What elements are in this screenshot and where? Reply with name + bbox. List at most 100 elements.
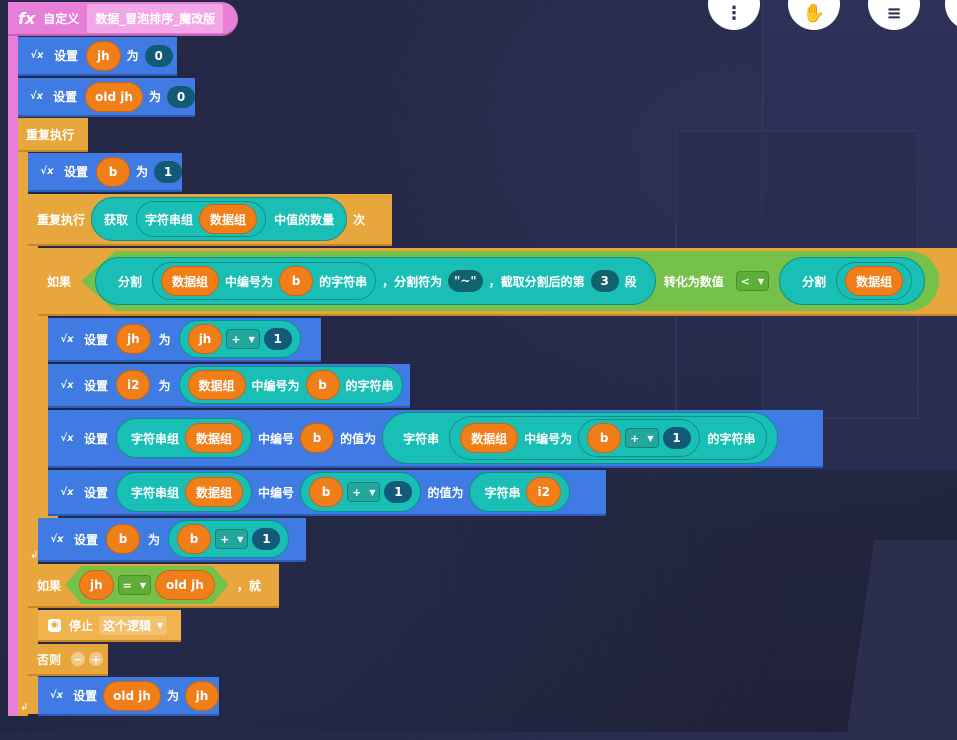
- if-compare-block[interactable]: 如果 分割 数据组 中编号为 b 的字符串 ，分割符为 "~" ，截取分割后的第…: [38, 248, 957, 316]
- var-data-arr[interactable]: 数据组: [185, 423, 244, 453]
- add-expression[interactable]: b + ▼ 1: [578, 419, 700, 457]
- add-expression[interactable]: jh + ▼ 1: [178, 320, 301, 358]
- of-string-label: 的字符串: [707, 431, 756, 446]
- set-old-jh-block[interactable]: √x 设置 old jh 为 0: [18, 78, 195, 117]
- function-name-field[interactable]: 数据_冒泡排序_魔改版: [87, 3, 224, 33]
- set-i2-block[interactable]: √x 设置 i2 为 数据组 中编号为 b 的字符串: [48, 364, 410, 408]
- value-zero[interactable]: 0: [167, 85, 195, 108]
- var-b[interactable]: b: [587, 423, 622, 453]
- value-one[interactable]: 1: [384, 481, 413, 503]
- repeat-forever-block[interactable]: 重复执行: [18, 118, 88, 152]
- var-data-arr[interactable]: 数据组: [161, 266, 220, 296]
- var-data-arr[interactable]: 数据组: [845, 266, 904, 296]
- repeat-times-block[interactable]: 重复执行 获取 字符串组 数据组 中值的数量 次: [28, 194, 392, 246]
- else-label: 否则: [37, 652, 62, 667]
- var-old-jh[interactable]: old jh: [85, 81, 143, 112]
- count-expression[interactable]: 获取 字符串组 数据组 中值的数量: [91, 197, 348, 241]
- condition-equal[interactable]: jh = ▼ old jh: [65, 566, 229, 604]
- array-index-reporter[interactable]: 数据组 中编号为 b 的字符串: [152, 262, 377, 300]
- hand-icon: ✋: [802, 3, 826, 24]
- add-expression[interactable]: b + ▼ 1: [300, 472, 422, 512]
- then-label: ，就: [236, 578, 261, 593]
- index-label: 中编号为: [225, 274, 274, 289]
- more-button[interactable]: ⋮: [708, 0, 760, 30]
- set-jh-block[interactable]: √x 设置 jh 为 0: [18, 37, 177, 76]
- var-b[interactable]: b: [279, 266, 314, 296]
- var-b[interactable]: b: [177, 524, 212, 554]
- separator-value[interactable]: "~": [448, 270, 483, 292]
- repeat-times-rail: [28, 194, 38, 564]
- string-array-reporter[interactable]: 字符串组 数据组: [116, 418, 253, 458]
- var-b[interactable]: b: [300, 423, 335, 453]
- segment-number[interactable]: 3: [590, 270, 619, 292]
- array-index-reporter[interactable]: 数据组: [836, 262, 913, 300]
- add-operator-dropdown[interactable]: + ▼: [215, 529, 249, 549]
- set-b-block[interactable]: √x 设置 b 为 1: [28, 153, 182, 192]
- set-array-item-block[interactable]: √x 设置 字符串组 数据组 中编号 b 的值为 字符串 数据组 中编号为 b …: [48, 410, 823, 468]
- var-b[interactable]: b: [95, 156, 130, 187]
- var-i2[interactable]: i2: [526, 477, 561, 507]
- add-operator-dropdown[interactable]: + ▼: [226, 329, 260, 349]
- var-b[interactable]: b: [305, 370, 340, 400]
- value-one[interactable]: 1: [263, 328, 292, 350]
- variable-icon: √x: [60, 379, 74, 391]
- condition-less-than[interactable]: 分割 数据组 中编号为 b 的字符串 ，分割符为 "~" ，截取分割后的第 3 …: [81, 251, 940, 311]
- variable-icon: √x: [60, 432, 74, 444]
- variable-icon: √x: [30, 50, 44, 61]
- var-data-arr[interactable]: 数据组: [199, 204, 258, 234]
- var-jh[interactable]: jh: [79, 570, 114, 600]
- array-index-reporter[interactable]: 数据组 中编号为 b + ▼ 1 的字符串: [449, 416, 767, 460]
- index-label: 中编号: [258, 431, 295, 446]
- var-data-arr[interactable]: 数据组: [187, 370, 246, 400]
- if-label: 如果: [47, 274, 72, 289]
- compare-operator-dropdown[interactable]: < ▼: [735, 271, 770, 291]
- more-icon: ⋮: [725, 3, 743, 24]
- index-label: 中编号为: [524, 431, 573, 446]
- of-string-label: 的字符串: [345, 378, 394, 393]
- function-rail: [8, 16, 18, 716]
- value-zero[interactable]: 0: [144, 44, 173, 67]
- string-array-reporter[interactable]: 字符串组 数据组: [116, 472, 253, 512]
- var-i2[interactable]: i2: [116, 370, 151, 400]
- stop-block[interactable]: ◉ 停止 这个逻辑 ▼: [38, 610, 181, 642]
- var-data-arr[interactable]: 数据组: [185, 477, 244, 507]
- value-one[interactable]: 1: [662, 427, 691, 449]
- variable-icon: √x: [50, 533, 64, 545]
- repeat-forever-rail: [18, 118, 28, 716]
- string-reporter[interactable]: 字符串 数据组 中编号为 b + ▼ 1 的字符串: [382, 412, 778, 464]
- var-old-jh[interactable]: old jh: [103, 680, 161, 711]
- set-old-jh-to-jh-block[interactable]: √x 设置 old jh 为 jh: [38, 677, 219, 716]
- function-define-block[interactable]: fx 自定义 数据_冒泡排序_魔改版: [8, 2, 238, 36]
- else-block[interactable]: 否则 − +: [28, 644, 108, 676]
- var-jh[interactable]: jh: [86, 40, 121, 71]
- set-b-increment-block[interactable]: √x 设置 b 为 b + ▼ 1: [38, 518, 306, 562]
- plus-symbol: +: [231, 332, 241, 346]
- string-reporter[interactable]: 字符串 i2: [469, 472, 570, 512]
- var-jh[interactable]: jh: [184, 680, 219, 711]
- var-old-jh[interactable]: old jh: [155, 570, 215, 600]
- add-operator-dropdown[interactable]: + ▼: [625, 428, 659, 448]
- string-array-reporter[interactable]: 字符串组 数据组: [136, 201, 267, 237]
- set-jh-increment-block[interactable]: √x 设置 jh 为 jh + ▼ 1: [48, 318, 321, 362]
- plus-symbol: +: [352, 485, 362, 499]
- add-branch-icon[interactable]: +: [89, 652, 104, 666]
- value-one[interactable]: 1: [154, 160, 182, 183]
- var-jh[interactable]: jh: [116, 324, 151, 354]
- var-data-arr[interactable]: 数据组: [460, 423, 519, 453]
- chevron-down-icon: ▼: [369, 487, 376, 497]
- if-equal-block[interactable]: 如果 jh = ▼ old jh ，就: [28, 564, 279, 608]
- add-operator-dropdown[interactable]: + ▼: [347, 482, 381, 502]
- var-jh[interactable]: jh: [187, 324, 223, 354]
- split-expression-right[interactable]: 分割 数据组: [779, 257, 926, 305]
- set-label: 设置: [84, 378, 109, 393]
- set-array-next-block[interactable]: √x 设置 字符串组 数据组 中编号 b + ▼ 1 的值为 字符串 i2: [48, 470, 606, 516]
- var-b[interactable]: b: [106, 524, 141, 554]
- remove-branch-icon[interactable]: −: [71, 652, 86, 666]
- split-expression-left[interactable]: 分割 数据组 中编号为 b 的字符串 ，分割符为 "~" ，截取分割后的第 3 …: [95, 257, 656, 305]
- stop-target-dropdown[interactable]: 这个逻辑 ▼: [99, 615, 168, 635]
- var-b[interactable]: b: [309, 477, 344, 507]
- value-one[interactable]: 1: [252, 528, 281, 550]
- add-expression[interactable]: b + ▼ 1: [168, 520, 290, 558]
- compare-operator-dropdown[interactable]: = ▼: [117, 575, 152, 595]
- array-index-reporter[interactable]: 数据组 中编号为 b 的字符串: [178, 366, 403, 404]
